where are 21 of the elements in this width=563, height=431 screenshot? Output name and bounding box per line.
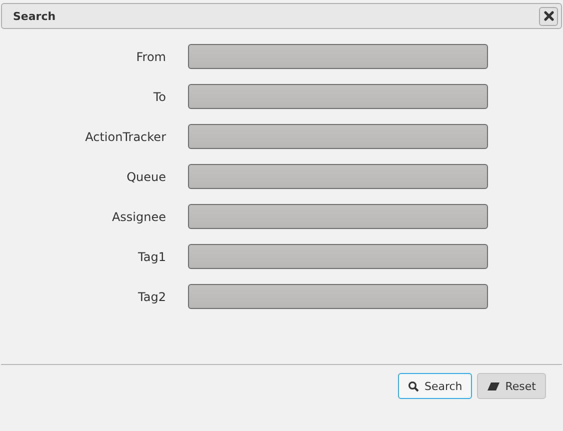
input-field[interactable] <box>188 44 488 69</box>
field-label: Assignee <box>110 210 166 224</box>
search-button[interactable]: Search <box>398 373 472 399</box>
search-icon <box>408 380 420 392</box>
input-field[interactable] <box>188 164 488 189</box>
input-field[interactable] <box>188 244 488 269</box>
field-label: ActionTracker <box>84 130 166 144</box>
field-label: Tag2 <box>137 290 166 304</box>
input-field[interactable] <box>188 204 488 229</box>
eraser-icon <box>487 382 500 390</box>
close-button[interactable] <box>539 6 558 26</box>
field-label: Queue <box>126 170 166 184</box>
field-label: Tag1 <box>137 250 166 264</box>
field-label: From <box>135 50 166 64</box>
input-field[interactable] <box>188 84 488 109</box>
input-field[interactable] <box>188 284 488 309</box>
field-label: To <box>152 90 166 104</box>
reset-button[interactable]: Reset <box>477 373 546 399</box>
window-title: Search <box>13 10 56 22</box>
input-field[interactable] <box>188 124 488 149</box>
close-icon <box>544 11 554 21</box>
